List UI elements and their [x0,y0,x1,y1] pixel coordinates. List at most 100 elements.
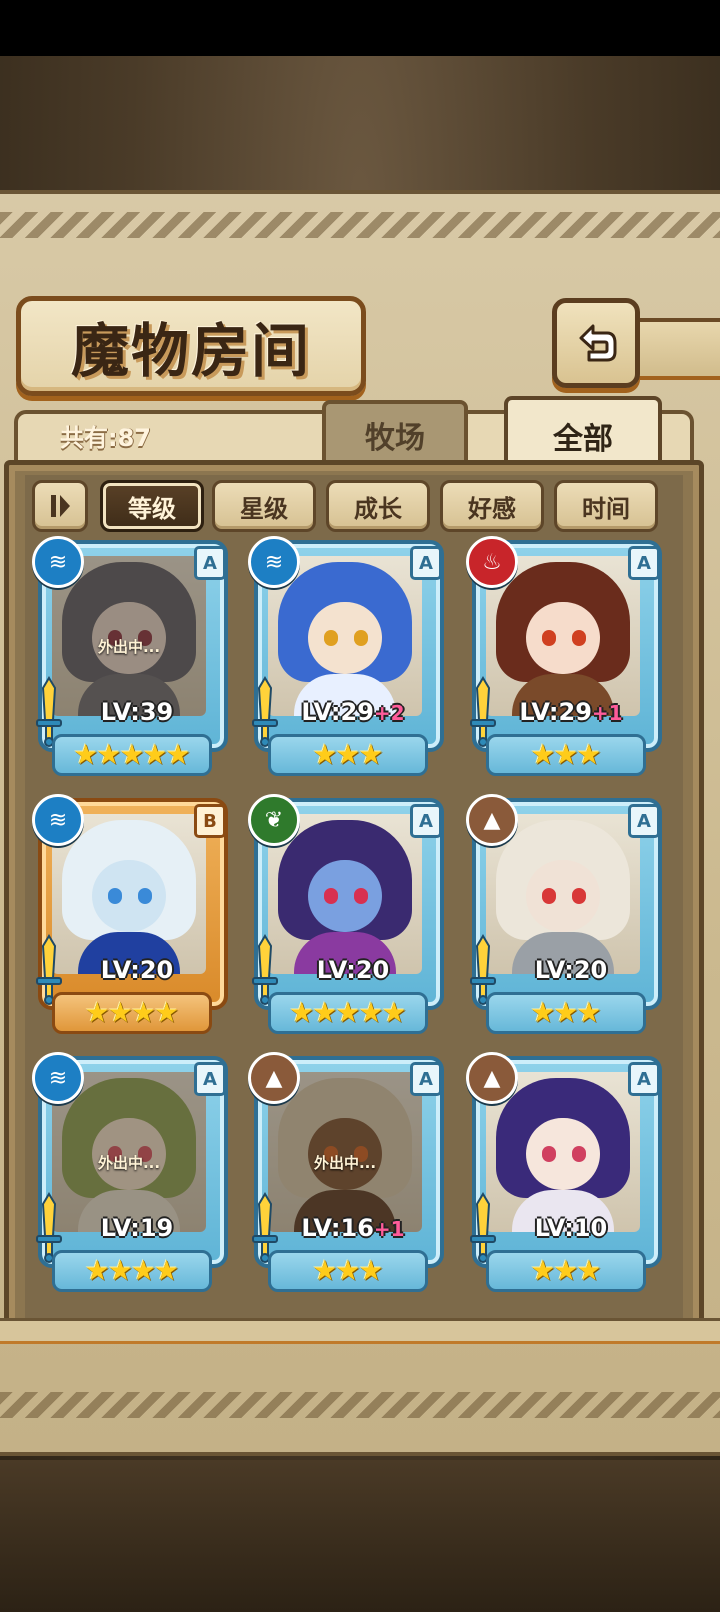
star-icon: ★ [530,1254,556,1287]
monster-card[interactable]: 外出中... ≋ A LV:39 ★ ★ ★ ★ ★ [32,536,228,776]
star-icon: ★ [131,1254,157,1287]
rank-badge: B [194,804,226,838]
star-icon: ★ [165,738,191,771]
star-rating: ★ ★ ★ ★ [52,992,212,1034]
monster-card[interactable]: ≋ B LV:20 ★ ★ ★ ★ [32,794,228,1034]
level-value: LV:29 [519,698,592,726]
sort-button[interactable]: 好感 [440,480,544,532]
monster-card[interactable]: 外出中... ≋ A LV:19 ★ ★ ★ ★ [32,1052,228,1292]
level-label: LV:20 [506,956,636,984]
level-value: LV:20 [534,956,608,984]
star-icon: ★ [312,1254,338,1287]
element-water-icon: ≋ [32,1052,84,1104]
star-icon: ★ [312,738,338,771]
tab-pasture[interactable]: 牧场 [322,400,468,466]
star-icon: ★ [154,1254,180,1287]
monster-card[interactable]: ≋ A LV:29+2 ★ ★ ★ [248,536,444,776]
star-icon: ★ [335,738,361,771]
sort-button[interactable]: 成长 [326,480,430,532]
star-icon: ★ [576,738,602,771]
back-button[interactable] [552,298,640,388]
level-value: LV:29 [301,698,374,726]
star-icon: ★ [530,738,556,771]
level-label: LV:19 [72,1214,202,1242]
rank-badge: A [410,1062,442,1096]
sort-order-icon [51,495,70,517]
page-title: 魔物房间 [70,317,311,385]
back-button-rail [630,318,720,380]
monster-card[interactable]: ❦ A LV:20 ★ ★ ★ ★ ★ [248,794,444,1034]
level-label: LV:10 [506,1214,636,1242]
star-icon: ★ [358,738,384,771]
level-label: LV:29+1 [506,698,636,726]
torn-edge-bottom [0,1392,720,1418]
star-icon: ★ [576,1254,602,1287]
level-value: LV:10 [534,1214,608,1242]
star-icon: ★ [358,1254,384,1287]
monster-card[interactable]: 外出中... ▲ A LV:16+1 ★ ★ ★ [248,1052,444,1292]
star-icon: ★ [84,996,110,1029]
star-icon: ★ [553,996,579,1029]
title-banner: 魔物房间 [16,296,366,396]
rank-badge: A [410,804,442,838]
level-bonus: +1 [591,701,623,725]
element-earth-icon: ▲ [248,1052,300,1104]
monster-card[interactable]: ▲ A LV:20 ★ ★ ★ [466,794,662,1034]
rank-badge: A [628,546,660,580]
level-label: LV:20 [72,956,202,984]
level-value: LV:20 [316,956,390,984]
level-value: LV:39 [100,698,174,726]
star-icon: ★ [107,996,133,1029]
star-icon: ★ [553,738,579,771]
star-icon: ★ [107,1254,133,1287]
star-icon: ★ [576,996,602,1029]
star-icon: ★ [119,738,145,771]
torn-edge-top [0,212,720,238]
rank-badge: A [628,1062,660,1096]
star-icon: ★ [289,996,315,1029]
star-icon: ★ [73,738,99,771]
away-status: 外出中... [313,1154,377,1172]
monster-count: 共有:87 [60,424,151,452]
monster-card[interactable]: ♨ A LV:29+1 ★ ★ ★ [466,536,662,776]
star-rating: ★ ★ ★ [486,992,646,1034]
star-rating: ★ ★ ★ [486,734,646,776]
star-icon: ★ [358,996,384,1029]
element-water-icon: ≋ [248,536,300,588]
level-label: LV:39 [72,698,202,726]
star-icon: ★ [335,996,361,1029]
return-arrow-icon [579,324,617,362]
element-wood-icon: ❦ [248,794,300,846]
rank-badge: A [194,546,226,580]
rank-badge: A [410,546,442,580]
map-backdrop-bottom [0,1460,720,1612]
sort-button[interactable]: 时间 [554,480,658,532]
level-label: LV:16+1 [288,1214,418,1242]
element-earth-icon: ▲ [466,794,518,846]
star-rating: ★ ★ ★ [268,734,428,776]
sort-button[interactable]: 等级 [100,480,204,532]
monster-card[interactable]: ▲ A LV:10 ★ ★ ★ [466,1052,662,1292]
star-icon: ★ [84,1254,110,1287]
rank-badge: A [194,1062,226,1096]
star-icon: ★ [154,996,180,1029]
star-rating: ★ ★ ★ [268,1250,428,1292]
level-bonus: +2 [373,701,405,725]
sort-order-button[interactable] [32,480,88,532]
sort-button[interactable]: 星级 [212,480,316,532]
level-value: LV:20 [100,956,174,984]
away-status: 外出中... [97,1154,161,1172]
star-icon: ★ [553,1254,579,1287]
level-label: LV:29+2 [288,698,418,726]
level-value: LV:19 [100,1214,174,1242]
level-bonus: +1 [373,1217,405,1241]
element-water-icon: ≋ [32,794,84,846]
status-bar [0,0,720,56]
star-icon: ★ [381,996,407,1029]
star-rating: ★ ★ ★ ★ ★ [268,992,428,1034]
level-value: LV:16 [301,1214,374,1242]
panel-bottom-edge [0,1318,720,1344]
star-icon: ★ [335,1254,361,1287]
level-label: LV:20 [288,956,418,984]
rank-badge: A [628,804,660,838]
